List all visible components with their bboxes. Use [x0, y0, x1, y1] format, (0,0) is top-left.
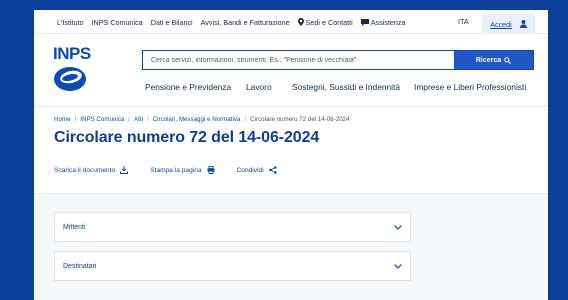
- nav-item-imprese[interactable]: Imprese e Liberi Professionisti: [414, 82, 526, 92]
- page-actions: Scarica il documento Stampa la pagina Co…: [54, 166, 299, 174]
- nav-item-pensione[interactable]: Pensione e Previdenza: [145, 82, 231, 92]
- print-label: Stampa la pagina: [150, 166, 202, 174]
- login-button[interactable]: Accedi: [482, 14, 535, 34]
- share-icon: [268, 166, 277, 174]
- search-icon: [504, 56, 512, 64]
- breadcrumb-separator: /: [74, 116, 77, 123]
- chevron-down-icon: [394, 224, 402, 230]
- nav-item-sostegni[interactable]: Sostegni, Sussidi e Indennità: [292, 82, 400, 92]
- chat-icon: [360, 18, 369, 26]
- utility-links: L'Istituto INPS Comunica Dati e Bilanci …: [57, 10, 414, 34]
- download-label: Scarica il documento: [54, 166, 116, 174]
- location-pin-icon: [297, 18, 304, 26]
- accordion-mittenti[interactable]: Mittenti: [54, 212, 411, 242]
- content-area: [34, 194, 548, 300]
- breadcrumb-atti[interactable]: Atti: [134, 116, 143, 123]
- main-nav: Pensione e Previdenza Lavoro Sostegni, S…: [34, 82, 548, 98]
- page-title: Circolare numero 72 del 14-06-2024: [54, 129, 320, 146]
- breadcrumb-separator: /: [128, 116, 131, 123]
- search-button[interactable]: Ricerca: [454, 51, 533, 69]
- breadcrumb-inps-comunica[interactable]: INPS Comunica: [80, 116, 124, 123]
- login-label: Accedi: [490, 19, 512, 29]
- browser-page: L'Istituto INPS Comunica Dati e Bilanci …: [34, 10, 548, 300]
- printer-icon: [207, 166, 215, 174]
- util-link-assistenza-label: Assistenza: [370, 17, 406, 27]
- nav-item-lavoro[interactable]: Lavoro: [246, 82, 272, 92]
- chevron-down-icon: [394, 263, 402, 269]
- util-link-inps-comunica[interactable]: INPS Comunica: [92, 18, 143, 27]
- util-link-sedi-contatti[interactable]: Sedi e Contatti: [297, 17, 353, 27]
- share-button[interactable]: Condividi: [237, 166, 277, 174]
- search-bar: Ricerca: [142, 50, 534, 70]
- breadcrumb: Home / INPS Comunica / Atti / Circolari,…: [54, 116, 350, 123]
- header-divider: [34, 106, 548, 107]
- user-icon: [519, 20, 527, 28]
- share-label: Condividi: [236, 166, 264, 174]
- util-link-avvisi[interactable]: Avvisi, Bandi e Fatturazione: [201, 18, 290, 27]
- search-input[interactable]: [143, 51, 454, 69]
- util-link-istituto[interactable]: L'Istituto: [57, 18, 84, 27]
- accordion-mittenti-label: Mittenti: [63, 223, 86, 231]
- breadcrumb-home[interactable]: Home: [54, 116, 71, 123]
- print-page-button[interactable]: Stampa la pagina: [150, 166, 215, 174]
- utility-bar: L'Istituto INPS Comunica Dati e Bilanci …: [34, 10, 548, 34]
- accordion-destinatari[interactable]: Destinatari: [54, 251, 411, 281]
- breadcrumb-separator: /: [146, 116, 149, 123]
- util-link-assistenza[interactable]: Assistenza: [360, 17, 406, 27]
- language-selector[interactable]: ITA: [458, 10, 469, 34]
- logo-text: INPS: [53, 44, 91, 63]
- download-document-button[interactable]: Scarica il documento: [54, 166, 129, 174]
- util-link-dati-bilanci[interactable]: Dati e Bilanci: [151, 18, 193, 27]
- accordion-destinatari-label: Destinatari: [63, 262, 97, 270]
- breadcrumb-separator: /: [244, 116, 247, 123]
- breadcrumb-current: Circolare numero 72 del 14-06-2024: [250, 116, 350, 123]
- breadcrumb-circolari[interactable]: Circolari, Messaggi e Normativa: [153, 116, 241, 123]
- util-link-sedi-label: Sedi e Contatti: [305, 17, 353, 27]
- download-icon: [120, 166, 129, 174]
- search-button-label: Ricerca: [475, 56, 502, 64]
